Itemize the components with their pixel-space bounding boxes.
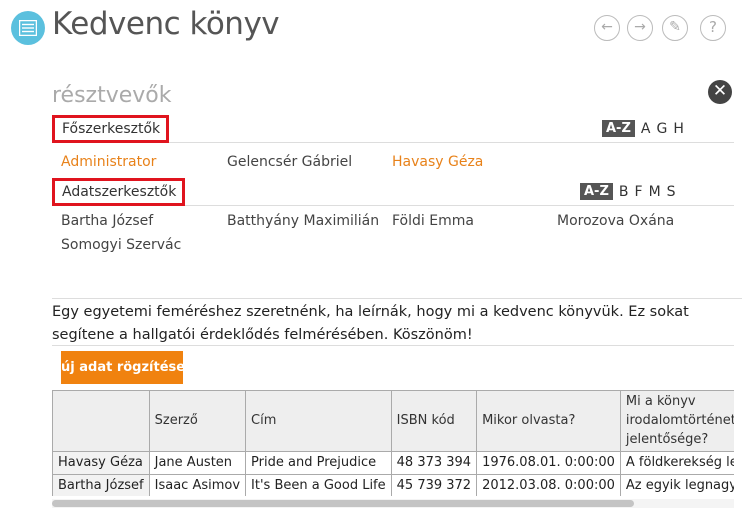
table-header-row: Szerző Cím ISBN kód Mikor olvasta? Mi a …	[53, 391, 734, 452]
edit-button[interactable]: ✎	[662, 15, 688, 41]
row-owner-cell: Havasy Géza	[53, 451, 150, 475]
person-link[interactable]: Administrator	[61, 154, 156, 170]
table-cell[interactable]: It's Been a Good Life	[245, 474, 392, 496]
sort-letter-h[interactable]: H	[673, 121, 684, 137]
table-cell[interactable]: Az egyik legnagyobb h…	[620, 474, 734, 496]
sort-letter-a[interactable]: A	[641, 121, 651, 137]
sort-letter-f[interactable]: F	[635, 184, 643, 200]
participants-title: résztvevők	[52, 83, 172, 108]
table-cell[interactable]: Jane Austen	[149, 451, 247, 475]
sort-letter-g[interactable]: G	[656, 121, 667, 137]
chief-editors-header: Főszerkesztők A-Z A G H	[52, 115, 734, 143]
horizontal-scrollbar[interactable]	[52, 499, 734, 508]
column-header[interactable]: ISBN kód	[391, 391, 478, 452]
column-header[interactable]: Szerző	[149, 391, 247, 452]
person-link[interactable]: Somogyi Szervác	[61, 237, 181, 253]
back-button[interactable]: ←	[594, 15, 620, 41]
chief-editors-label: Főszerkesztők	[52, 115, 170, 143]
sort-letter-b[interactable]: B	[619, 184, 629, 200]
app-header: Kedvenc könyv ← → ✎ ?	[0, 0, 748, 58]
person-link[interactable]: Gelencsér Gábriel	[227, 154, 352, 170]
sort-letter-s[interactable]: S	[667, 184, 676, 200]
person-link[interactable]: Batthyány Maximilián	[227, 213, 379, 229]
row-owner-cell: Bartha József	[53, 474, 150, 496]
data-editors-sort: A-Z B F M S	[580, 183, 676, 200]
column-header[interactable]: Cím	[245, 391, 392, 452]
table-cell[interactable]: 1976.08.01. 0:00:00	[476, 451, 621, 475]
new-entry-button[interactable]: új adat rögzítése	[61, 351, 185, 384]
chief-editors-sort: A-Z A G H	[602, 120, 684, 137]
table-cell[interactable]: Pride and Prejudice	[245, 451, 392, 475]
sort-az-button[interactable]: A-Z	[602, 120, 635, 137]
table-cell[interactable]: A földkerekség legsze…	[620, 451, 734, 475]
close-button[interactable]: ✕	[708, 80, 732, 104]
help-button[interactable]: ?	[700, 15, 726, 41]
sort-letter-m[interactable]: M	[649, 184, 661, 200]
data-editors-header: Adatszerkesztők A-Z B F M S	[52, 178, 734, 206]
person-link[interactable]: Bartha József	[61, 213, 153, 229]
person-link[interactable]: Morozova Oxána	[557, 213, 674, 229]
sort-az-button[interactable]: A-Z	[580, 183, 613, 200]
column-header	[53, 391, 150, 452]
person-link[interactable]: Havasy Géza	[392, 154, 483, 170]
table-cell[interactable]: 48 373 394	[391, 451, 478, 475]
data-editors-label: Adatszerkesztők	[52, 178, 186, 206]
page-title: Kedvenc könyv	[52, 6, 280, 42]
forward-button[interactable]: →	[627, 15, 653, 41]
person-link[interactable]: Földi Emma	[392, 213, 474, 229]
table-row[interactable]: Havasy Géza Jane Austen Pride and Prejud…	[53, 451, 734, 475]
list-icon	[11, 11, 45, 45]
column-header[interactable]: Mi a könyv irodalomtörténeti jelentősége…	[620, 391, 734, 452]
scrollbar-thumb[interactable]	[52, 500, 634, 507]
table-cell[interactable]: 2012.03.08. 0:00:00	[476, 474, 621, 496]
survey-description: Egy egyetemi feméréshez szeretnénk, ha l…	[52, 298, 742, 347]
table-row[interactable]: Bartha József Isaac Asimov It's Been a G…	[53, 474, 734, 496]
table-cell[interactable]: Isaac Asimov	[149, 474, 247, 496]
column-header[interactable]: Mikor olvasta?	[476, 391, 621, 452]
table-cell[interactable]: 45 739 372	[391, 474, 478, 496]
data-table: Szerző Cím ISBN kód Mikor olvasta? Mi a …	[52, 390, 734, 496]
divider	[52, 345, 734, 346]
